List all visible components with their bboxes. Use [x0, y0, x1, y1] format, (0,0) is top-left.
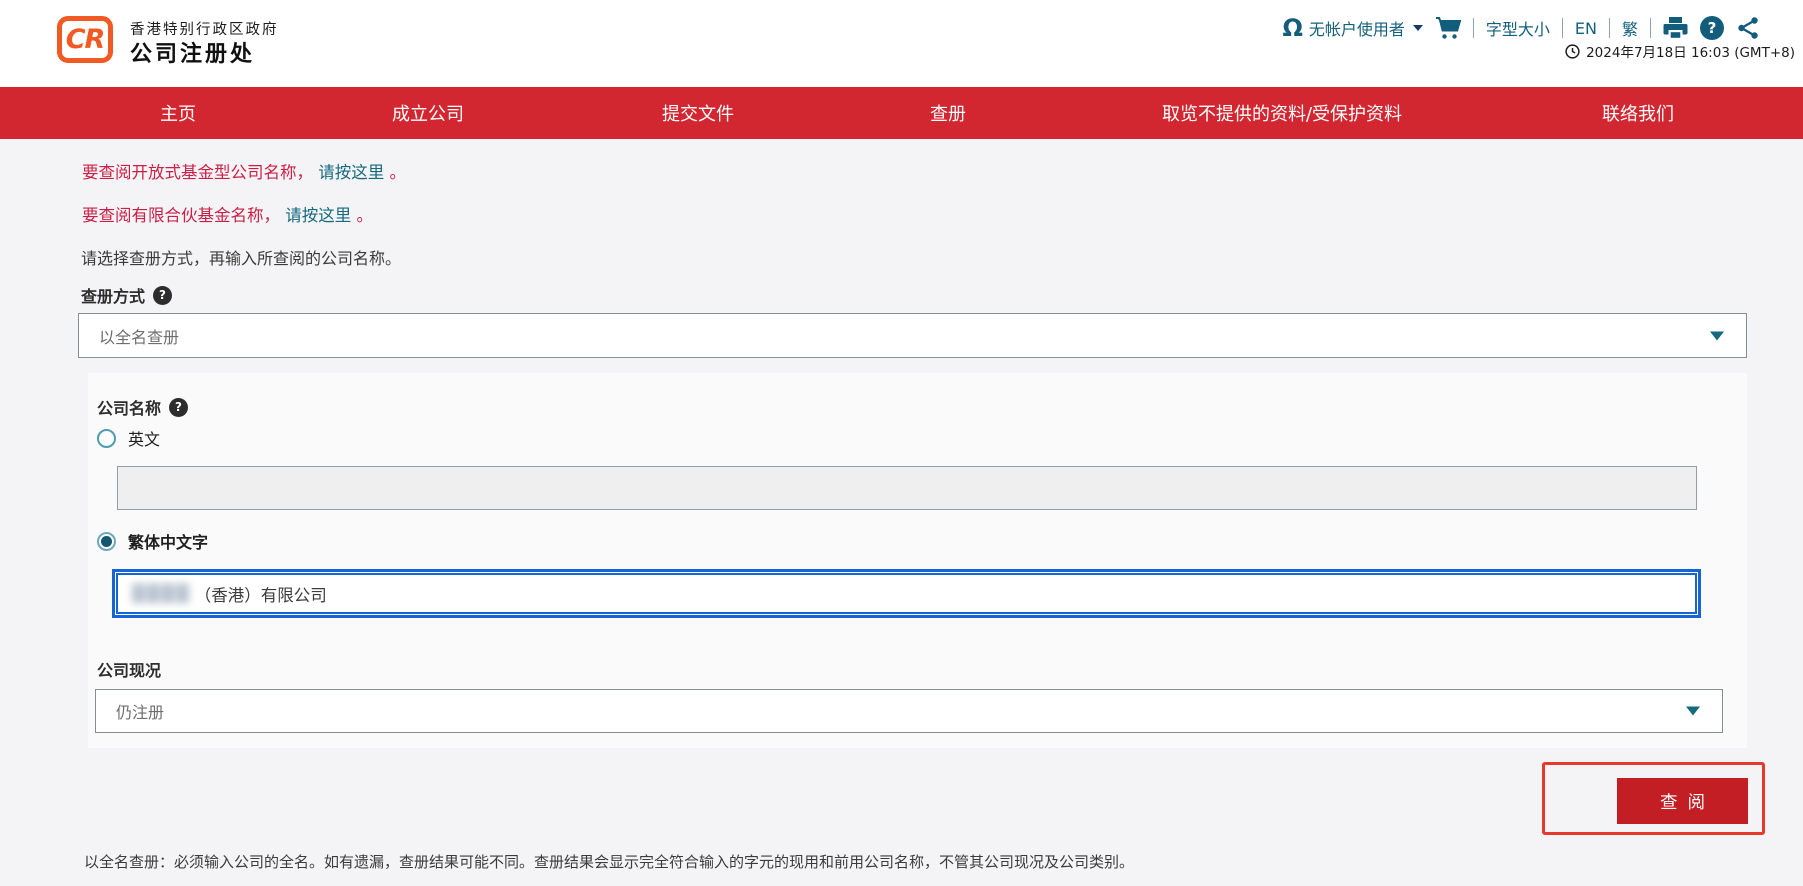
- user-menu-label: 无帐户使用者: [1309, 16, 1405, 40]
- notice-lpf-text: 要查阅有限合伙基金名称，: [82, 206, 280, 225]
- search-mode-help-button[interactable]: ?: [153, 286, 172, 305]
- cr-logo-text: CR: [66, 24, 105, 55]
- share-button[interactable]: [1736, 16, 1760, 40]
- divider: [1473, 18, 1474, 38]
- notice-lpf-suffix: 。: [357, 206, 374, 225]
- dropdown-caret-icon: [1686, 707, 1700, 716]
- cart-icon: [1435, 16, 1461, 40]
- help-icon: ?: [159, 288, 166, 302]
- radio-selected-dot: [101, 536, 112, 547]
- page: CR 香港特别行政区政府 公司注册处 Ω 无帐户使用者 字型大小 EN: [0, 0, 1803, 886]
- cr-logo[interactable]: CR: [57, 16, 113, 63]
- company-name-chinese-input[interactable]: ████ （香港）有限公司: [112, 569, 1701, 618]
- header-toolbar: Ω 无帐户使用者 字型大小 EN 繁: [1282, 12, 1760, 44]
- notice-lpf: 要查阅有限合伙基金名称， 请按这里 。: [82, 202, 373, 226]
- font-size-button[interactable]: 字型大小: [1486, 16, 1550, 40]
- company-status-label-row: 公司现况: [97, 657, 161, 681]
- nav-item-filing[interactable]: 提交文件: [662, 87, 734, 139]
- nav-item-search[interactable]: 查册: [930, 87, 966, 139]
- lang-traditional-button[interactable]: 繁: [1622, 16, 1638, 40]
- search-submit-button[interactable]: 查阅: [1617, 778, 1748, 824]
- company-name-label: 公司名称: [97, 395, 161, 419]
- notice-ofc-link[interactable]: 请按这里: [318, 163, 384, 182]
- user-icon: Ω: [1282, 16, 1302, 40]
- help-icon: ?: [175, 400, 182, 414]
- company-status-select[interactable]: 仍注册: [95, 689, 1723, 733]
- company-name-label-row: 公司名称 ?: [97, 395, 188, 419]
- divider: [1650, 18, 1651, 38]
- company-status-selected-value: 仍注册: [96, 699, 164, 723]
- redacted-company-name: ████: [132, 584, 191, 603]
- instruction-text: 请选择查册方式，再输入所查阅的公司名称。: [81, 245, 401, 269]
- company-name-chinese-value: ████ （香港）有限公司: [116, 573, 1697, 614]
- company-name-help-button[interactable]: ?: [169, 398, 188, 417]
- search-mode-label-row: 查册方式 ?: [81, 283, 172, 307]
- help-button[interactable]: ?: [1700, 16, 1724, 40]
- help-icon: ?: [1708, 19, 1717, 37]
- nav-item-contact[interactable]: 联络我们: [1602, 87, 1674, 139]
- notice-lpf-link[interactable]: 请按这里: [285, 206, 351, 225]
- user-menu[interactable]: Ω 无帐户使用者: [1282, 16, 1422, 40]
- clock-icon: [1565, 44, 1580, 59]
- dept-title: 公司注册处: [130, 36, 255, 68]
- radio-english[interactable]: 英文: [97, 426, 160, 450]
- divider: [1609, 18, 1610, 38]
- search-mode-label: 查册方式: [81, 283, 145, 307]
- lang-en-button[interactable]: EN: [1575, 19, 1597, 38]
- header: CR 香港特别行政区政府 公司注册处 Ω 无帐户使用者 字型大小 EN: [0, 0, 1803, 87]
- company-name-english-input[interactable]: [117, 466, 1697, 510]
- header-datetime: 2024年7月18日 16:03 (GMT+8): [1565, 41, 1795, 61]
- visible-company-name: （香港）有限公司: [195, 582, 327, 606]
- dropdown-caret-icon: [1710, 331, 1724, 340]
- nav-item-protected-info[interactable]: 取览不提供的资料/受保护资料: [1162, 87, 1402, 139]
- notice-ofc-suffix: 。: [390, 163, 407, 182]
- print-icon: [1663, 16, 1688, 40]
- datetime-text: 2024年7月18日 16:03 (GMT+8): [1586, 41, 1795, 61]
- cart-button[interactable]: [1435, 16, 1461, 40]
- chevron-down-icon: [1413, 25, 1423, 31]
- radio-english-circle-icon: [97, 429, 116, 448]
- radio-traditional-chinese-circle-icon: [97, 532, 116, 551]
- notice-ofc: 要查阅开放式基金型公司名称， 请按这里 。: [82, 159, 406, 183]
- search-mode-select[interactable]: 以全名查册: [78, 313, 1747, 358]
- company-status-label: 公司现况: [97, 657, 161, 681]
- nav-item-incorporate[interactable]: 成立公司: [392, 87, 464, 139]
- search-mode-selected-value: 以全名查册: [79, 324, 179, 348]
- divider: [1562, 18, 1563, 38]
- footnote-text: 以全名查册：必须输入公司的全名。如有遗漏，查册结果可能不同。查册结果会显示完全符…: [84, 851, 1134, 872]
- share-icon: [1736, 16, 1760, 40]
- radio-english-label: 英文: [128, 426, 160, 450]
- print-button[interactable]: [1663, 16, 1688, 40]
- radio-traditional-chinese[interactable]: 繁体中文字: [97, 529, 208, 553]
- nav-item-home[interactable]: 主页: [160, 87, 196, 139]
- main-nav: 主页 成立公司 提交文件 查册 取览不提供的资料/受保护资料 联络我们: [0, 87, 1803, 139]
- radio-traditional-chinese-label: 繁体中文字: [128, 529, 208, 553]
- notice-ofc-text: 要查阅开放式基金型公司名称，: [82, 163, 313, 182]
